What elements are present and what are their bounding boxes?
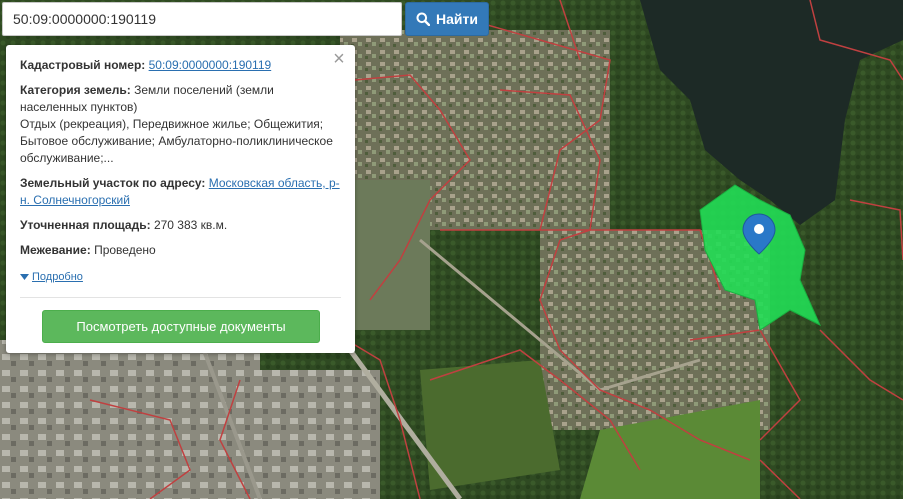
survey-label: Межевание: — [20, 243, 91, 257]
address-label: Земельный участок по адресу: — [20, 176, 206, 190]
details-toggle-label: Подробно — [32, 271, 83, 283]
permitted-use-text: Отдых (рекреация), Передвижное жилье; Об… — [20, 117, 333, 165]
address-row: Земельный участок по адресу: Московская … — [20, 175, 341, 209]
search-icon — [416, 12, 431, 26]
cadastral-number-link[interactable]: 50:09:0000000:190119 — [149, 58, 272, 72]
survey-value: Проведено — [94, 243, 156, 257]
view-documents-button[interactable]: Посмотреть доступные документы — [42, 310, 320, 343]
details-toggle[interactable]: Подробно — [20, 269, 83, 286]
close-icon[interactable]: × — [331, 49, 347, 69]
industrial-area — [220, 370, 380, 499]
divider — [20, 297, 341, 298]
parcel-info-panel: × Кадастровый номер: 50:09:0000000:19011… — [6, 45, 355, 353]
area-value: 270 383 кв.м. — [153, 218, 228, 232]
land-category-row: Категория земель: Земли поселений (земли… — [20, 82, 341, 167]
caret-down-icon — [20, 274, 29, 280]
survey-row: Межевание: Проведено — [20, 242, 341, 259]
area-label: Уточненная площадь: — [20, 218, 151, 232]
search-input[interactable] — [2, 2, 402, 36]
cadastral-number-label: Кадастровый номер: — [20, 58, 146, 72]
search-button[interactable]: Найти — [405, 2, 489, 36]
area-row: Уточненная площадь: 270 383 кв.м. — [20, 217, 341, 234]
search-button-label: Найти — [436, 11, 478, 27]
cadastral-number-row: Кадастровый номер: 50:09:0000000:190119 — [20, 57, 341, 74]
land-category-label: Категория земель: — [20, 83, 131, 97]
